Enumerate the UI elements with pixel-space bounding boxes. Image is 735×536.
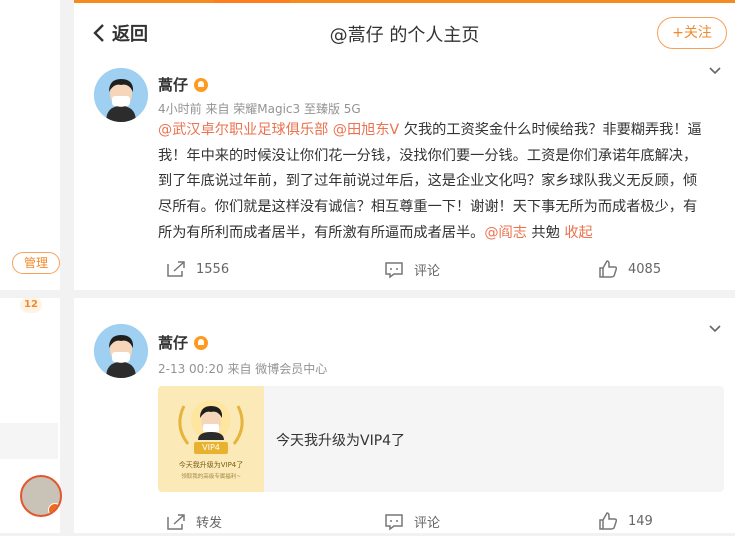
like-count: 149 — [628, 513, 653, 529]
chevron-down-icon[interactable] — [707, 62, 723, 78]
post-card: 蒿仔 4小时前 来自 荣耀Magic3 至臻版 5G @武汉卓尔职业足球俱乐部 … — [74, 60, 735, 290]
avatar-badge-icon — [48, 503, 60, 515]
comment-button[interactable]: 评论 — [384, 512, 440, 531]
page-title: @蒿仔 的个人主页 — [329, 25, 480, 46]
post-avatar[interactable] — [94, 324, 148, 378]
thumbnail-caption: 今天我升级为VIP4了 — [178, 461, 244, 469]
repost-count: 1556 — [196, 261, 230, 277]
share-thumbnail: VIP4 今天我升级为VIP4了 领取我的高级专属福利~ — [158, 386, 264, 492]
sidebar-row[interactable] — [0, 423, 58, 459]
post-username[interactable]: 蒿仔 — [158, 74, 209, 95]
post-text: 欠我的工资奖金什么时候给我？非要糊弄我！逼我！年中来的时候没让你们花一分钱，没找… — [158, 122, 702, 241]
repost-label: 转发 — [196, 516, 223, 531]
mention-link[interactable]: @田旭东V — [333, 122, 399, 138]
thumbs-up-icon — [599, 260, 618, 278]
thumbs-up-icon — [599, 512, 618, 530]
manage-button[interactable]: 管理 — [12, 252, 60, 274]
share-icon — [167, 261, 185, 277]
back-button[interactable]: 返回 — [92, 19, 148, 47]
post-card: 蒿仔 2-13 00:20 来自 微博会员中心 VIP4 今天我升级为VIP4了… — [74, 298, 735, 533]
post-meta: 4小时前 来自 荣耀Magic3 至臻版 5G — [158, 102, 361, 116]
follow-button[interactable]: +关注 — [657, 17, 727, 49]
count-badge: 12 — [20, 297, 42, 313]
like-button[interactable]: 4085 — [598, 260, 661, 278]
shared-link-card[interactable]: VIP4 今天我升级为VIP4了 领取我的高级专属福利~ 今天我升级为VIP4了 — [158, 386, 724, 492]
comment-label: 评论 — [414, 264, 441, 279]
mention-link[interactable]: @阎志 — [484, 225, 527, 241]
like-count: 4085 — [628, 261, 662, 277]
user-avatar[interactable] — [20, 475, 62, 517]
divider — [0, 290, 735, 298]
post-actions: 1556 评论 4085 — [158, 260, 715, 284]
top-accent-tab — [214, 0, 290, 3]
shared-link-title: 今天我升级为VIP4了 — [276, 433, 406, 449]
post-text-tail: 共勉 — [526, 224, 565, 241]
left-sidebar: 管理 12 — [0, 0, 66, 533]
repost-button[interactable]: 1556 — [166, 260, 229, 278]
thumbnail-subcaption: 领取我的高级专属福利~ — [181, 474, 241, 480]
comment-icon — [385, 513, 403, 530]
chevron-down-icon[interactable] — [707, 320, 723, 336]
username-text: 蒿仔 — [158, 76, 189, 94]
avatar-icon — [94, 324, 148, 378]
comment-button[interactable]: 评论 — [384, 260, 440, 279]
repost-button[interactable]: 转发 — [166, 512, 222, 531]
comment-icon — [385, 261, 403, 278]
top-bar: 返回 @蒿仔 的个人主页 +关注 — [74, 0, 735, 60]
comment-label: 评论 — [414, 516, 441, 531]
avatar-icon — [94, 68, 148, 122]
mention-link[interactable]: @武汉卓尔职业足球俱乐部 — [158, 122, 328, 138]
post-username[interactable]: 蒿仔 — [158, 332, 209, 353]
vip-crown-icon — [194, 335, 209, 350]
post-actions: 转发 评论 149 — [158, 512, 715, 536]
like-button[interactable]: 149 — [598, 512, 653, 530]
username-text: 蒿仔 — [158, 334, 189, 352]
vip-level-tag: VIP4 — [194, 442, 228, 454]
collapse-link[interactable]: 收起 — [564, 225, 592, 241]
vip-crown-icon — [194, 77, 209, 92]
post-meta: 2-13 00:20 来自 微博会员中心 — [158, 362, 328, 376]
post-avatar[interactable] — [94, 68, 148, 122]
share-icon — [167, 513, 185, 530]
post-content: @武汉卓尔职业足球俱乐部 @田旭东V 欠我的工资奖金什么时候给我？非要糊弄我！逼… — [158, 118, 711, 247]
back-label: 返回 — [112, 24, 148, 45]
chevron-left-icon — [93, 24, 104, 42]
